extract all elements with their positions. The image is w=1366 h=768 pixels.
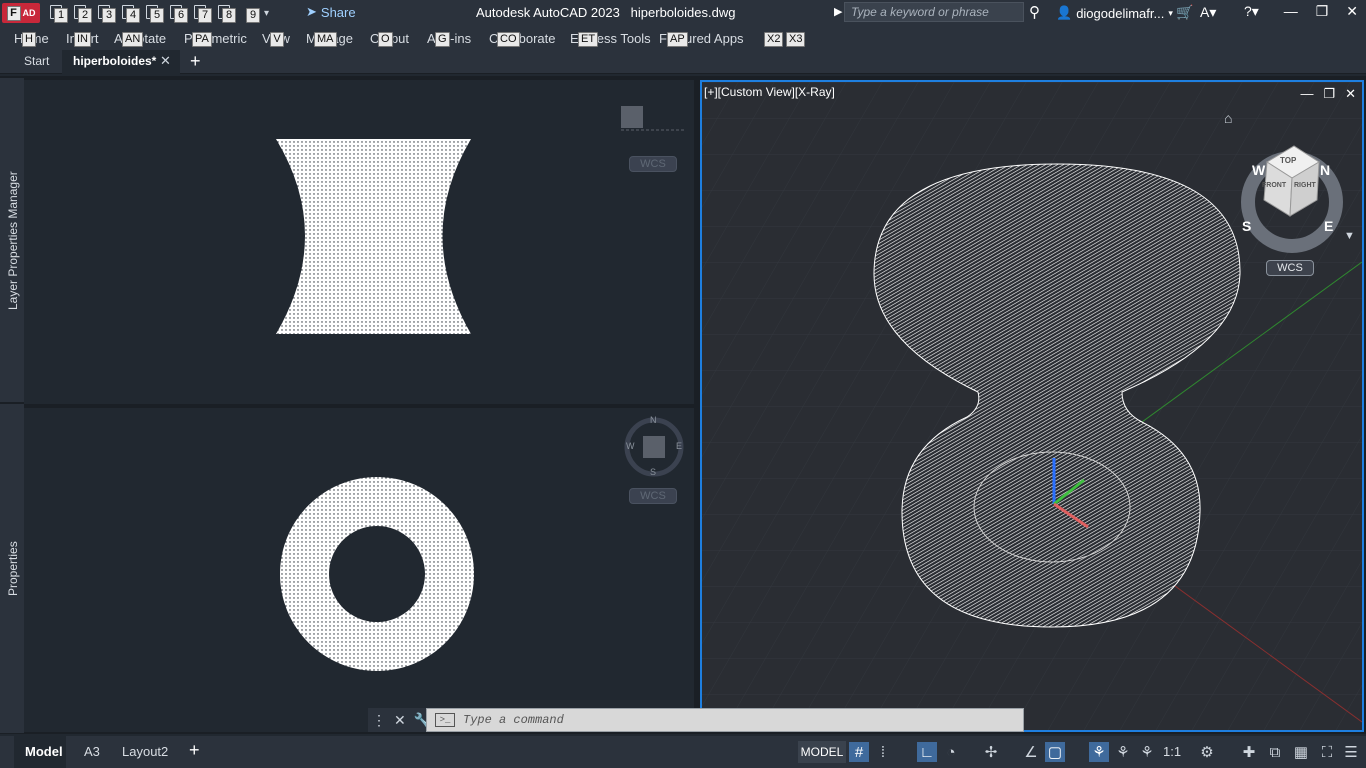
chevron-down-icon: ▾ [1168, 7, 1173, 18]
quick-access-toolbar: 1 2 3 4 5 6 7 8 9 ▾ [48, 4, 269, 23]
qat-web-icon[interactable]: 5 [144, 4, 164, 23]
tab-parametric[interactable]: Parametric PA [184, 31, 247, 47]
isolate-icon[interactable]: ⧉ [1265, 742, 1285, 762]
new-tab-icon[interactable]: + [190, 51, 201, 72]
ortho-icon[interactable]: ∟ [917, 742, 937, 762]
wcs-menu[interactable]: WCS [629, 488, 677, 504]
command-line-tools: ⋮ ✕ 🔧 [368, 708, 431, 732]
hyperboloid-top-view [280, 417, 684, 671]
command-prompt-icon[interactable]: >_ [435, 713, 455, 727]
polar-icon[interactable]: ◔ [941, 742, 961, 762]
window-controls: — ❐ ✕ [1284, 3, 1358, 20]
tab-view[interactable]: ViewV [262, 31, 290, 47]
document-tabs: Start hiperboloides* ✕ + [0, 50, 1366, 74]
qat-saveas-icon[interactable]: 4 [120, 4, 140, 23]
tab-home[interactable]: HomeH [14, 31, 49, 47]
layout-tab-layout2[interactable]: Layout2 [122, 744, 168, 759]
keytip: F [6, 5, 21, 21]
hyperboloid-3d-view [702, 82, 1362, 730]
layout-tab-model[interactable]: Model [25, 744, 63, 759]
tab-output[interactable]: OutputO [370, 31, 409, 47]
snap-icon[interactable]: ⁞ [873, 742, 893, 762]
viewport-label[interactable]: [+][Custom View][X-Ray] [704, 85, 835, 99]
viewcube-menu-icon[interactable]: ▼ [1344, 230, 1355, 242]
palette-properties[interactable]: Properties [0, 408, 24, 734]
autodesk-app-icon[interactable]: A▾ [1200, 4, 1216, 21]
close-icon[interactable]: ✕ [1346, 3, 1358, 20]
share-icon: ➤ [306, 4, 317, 19]
hyperboloid-front-view [276, 106, 684, 334]
qat-plot-icon[interactable]: 6 [168, 4, 188, 23]
viewcube-mini[interactable] [621, 106, 643, 128]
tab-annotate[interactable]: AnnotateAN [114, 31, 166, 47]
command-input[interactable]: >_ Type a command [426, 708, 1024, 732]
cart-icon[interactable]: 🛒 [1176, 4, 1193, 21]
new-layout-icon[interactable]: + [189, 740, 200, 761]
palette-layer-properties[interactable]: Layer Properties Manager [0, 78, 24, 404]
gear-icon[interactable]: ⚙ [1197, 742, 1217, 762]
viewcube-mini[interactable] [643, 436, 665, 458]
qat-customize-icon[interactable]: 9 [240, 4, 260, 23]
tab-insert[interactable]: InsertIN [66, 31, 99, 47]
restore-icon[interactable]: ❐ [1316, 3, 1329, 20]
status-bar: Model A3 Layout2 + MODEL # ⁞ ∟ ◔ ✢ ∠ ▢ ⚘… [0, 736, 1366, 768]
wcs-menu[interactable]: WCS [629, 156, 677, 172]
palette-strip: Layer Properties Manager Properties [0, 78, 24, 733]
autoscale-icon[interactable]: ⚘ [1113, 742, 1133, 762]
qat-new-icon[interactable]: 1 [48, 4, 68, 23]
application-menu-button[interactable]: F AD [2, 3, 40, 23]
title-bar: F AD 1 2 3 4 5 6 7 8 9 ▾ ➤ Share Autodes… [0, 0, 1366, 26]
tab-featured-apps[interactable]: Featured Apps AP [659, 31, 744, 47]
minimize-icon[interactable]: — [1300, 86, 1313, 102]
tab-express-tools[interactable]: Express Tools ET [570, 31, 651, 47]
qat-undo-icon[interactable]: 7 [192, 4, 212, 23]
ribbon-tabs: HomeH InsertIN AnnotateAN ParametricPA V… [0, 26, 1366, 50]
maximize-icon[interactable]: ❐ [1323, 86, 1335, 102]
qat-save-icon[interactable]: 3 [96, 4, 116, 23]
plus-icon[interactable]: ✚ [1239, 742, 1259, 762]
osnap-icon[interactable]: ✢ [981, 742, 1001, 762]
annotation-scale-icon[interactable]: ⚘ [1137, 742, 1157, 762]
qat-open-icon[interactable]: 2 [72, 4, 92, 23]
qat-dropdown-icon[interactable]: ▾ [264, 8, 269, 19]
annotation-scale-value[interactable]: 1:1 [1163, 744, 1181, 759]
drag-handle-icon[interactable]: ⋮ [372, 712, 386, 729]
customize-menu-icon[interactable]: ☰ [1341, 742, 1361, 762]
close-icon[interactable]: ✕ [394, 712, 406, 729]
keytip: X2 [764, 32, 784, 47]
window-title: Autodesk AutoCAD 2023 hiperboloides.dwg [476, 5, 736, 20]
command-line: ⋮ ✕ 🔧 >_ Type a command [368, 708, 1024, 732]
qat-redo-icon[interactable]: 8 [216, 4, 236, 23]
tab-start[interactable]: Start [24, 54, 49, 68]
angle-icon[interactable]: ∠ [1021, 742, 1041, 762]
annotation-visibility-icon[interactable]: ⚘ [1089, 742, 1109, 762]
fullscreen-icon[interactable]: ⛶ [1317, 742, 1337, 762]
user-account-menu[interactable]: 👤 diogodelimafr... ▾ [1056, 5, 1173, 21]
wcs-menu[interactable]: WCS [1266, 260, 1314, 276]
grid-icon[interactable]: # [849, 742, 869, 762]
minimize-icon[interactable]: — [1284, 3, 1298, 20]
search-input[interactable]: Type a keyword or phrase [844, 2, 1024, 22]
keytip: X3 [786, 32, 806, 47]
model-space-button[interactable]: MODEL [798, 741, 846, 763]
home-icon[interactable]: ⌂ [1224, 110, 1232, 126]
tab-addins[interactable]: Add-insG [427, 31, 471, 47]
selection-cycling-icon[interactable]: ▢ [1045, 742, 1065, 762]
tab-hiperboloides[interactable]: hiperboloides* [73, 54, 156, 68]
search-icon[interactable]: ⚲ [1029, 3, 1040, 21]
hardware-acceleration-icon[interactable]: ▦ [1291, 742, 1311, 762]
share-button[interactable]: ➤ Share [306, 4, 356, 20]
viewport-top[interactable]: N S E W WCS [24, 408, 694, 732]
viewport-front[interactable]: WCS [24, 80, 694, 404]
viewport-custom-view[interactable]: [+][Custom View][X-Ray] — ❐ ✕ ⌂ TOP FRON… [700, 80, 1364, 732]
close-tab-icon[interactable]: ✕ [160, 53, 171, 69]
tab-manage[interactable]: ManageMA [306, 31, 353, 47]
viewport-controls: — ❐ ✕ [1300, 86, 1356, 102]
layout-tab-a3[interactable]: A3 [84, 744, 100, 759]
help-icon[interactable]: ?▾ [1244, 3, 1259, 20]
close-icon[interactable]: ✕ [1345, 86, 1356, 102]
tab-collaborate[interactable]: Collaborate CO [489, 31, 556, 47]
user-icon: 👤 [1056, 5, 1073, 20]
search-expand-icon[interactable]: ▶ [834, 5, 842, 18]
